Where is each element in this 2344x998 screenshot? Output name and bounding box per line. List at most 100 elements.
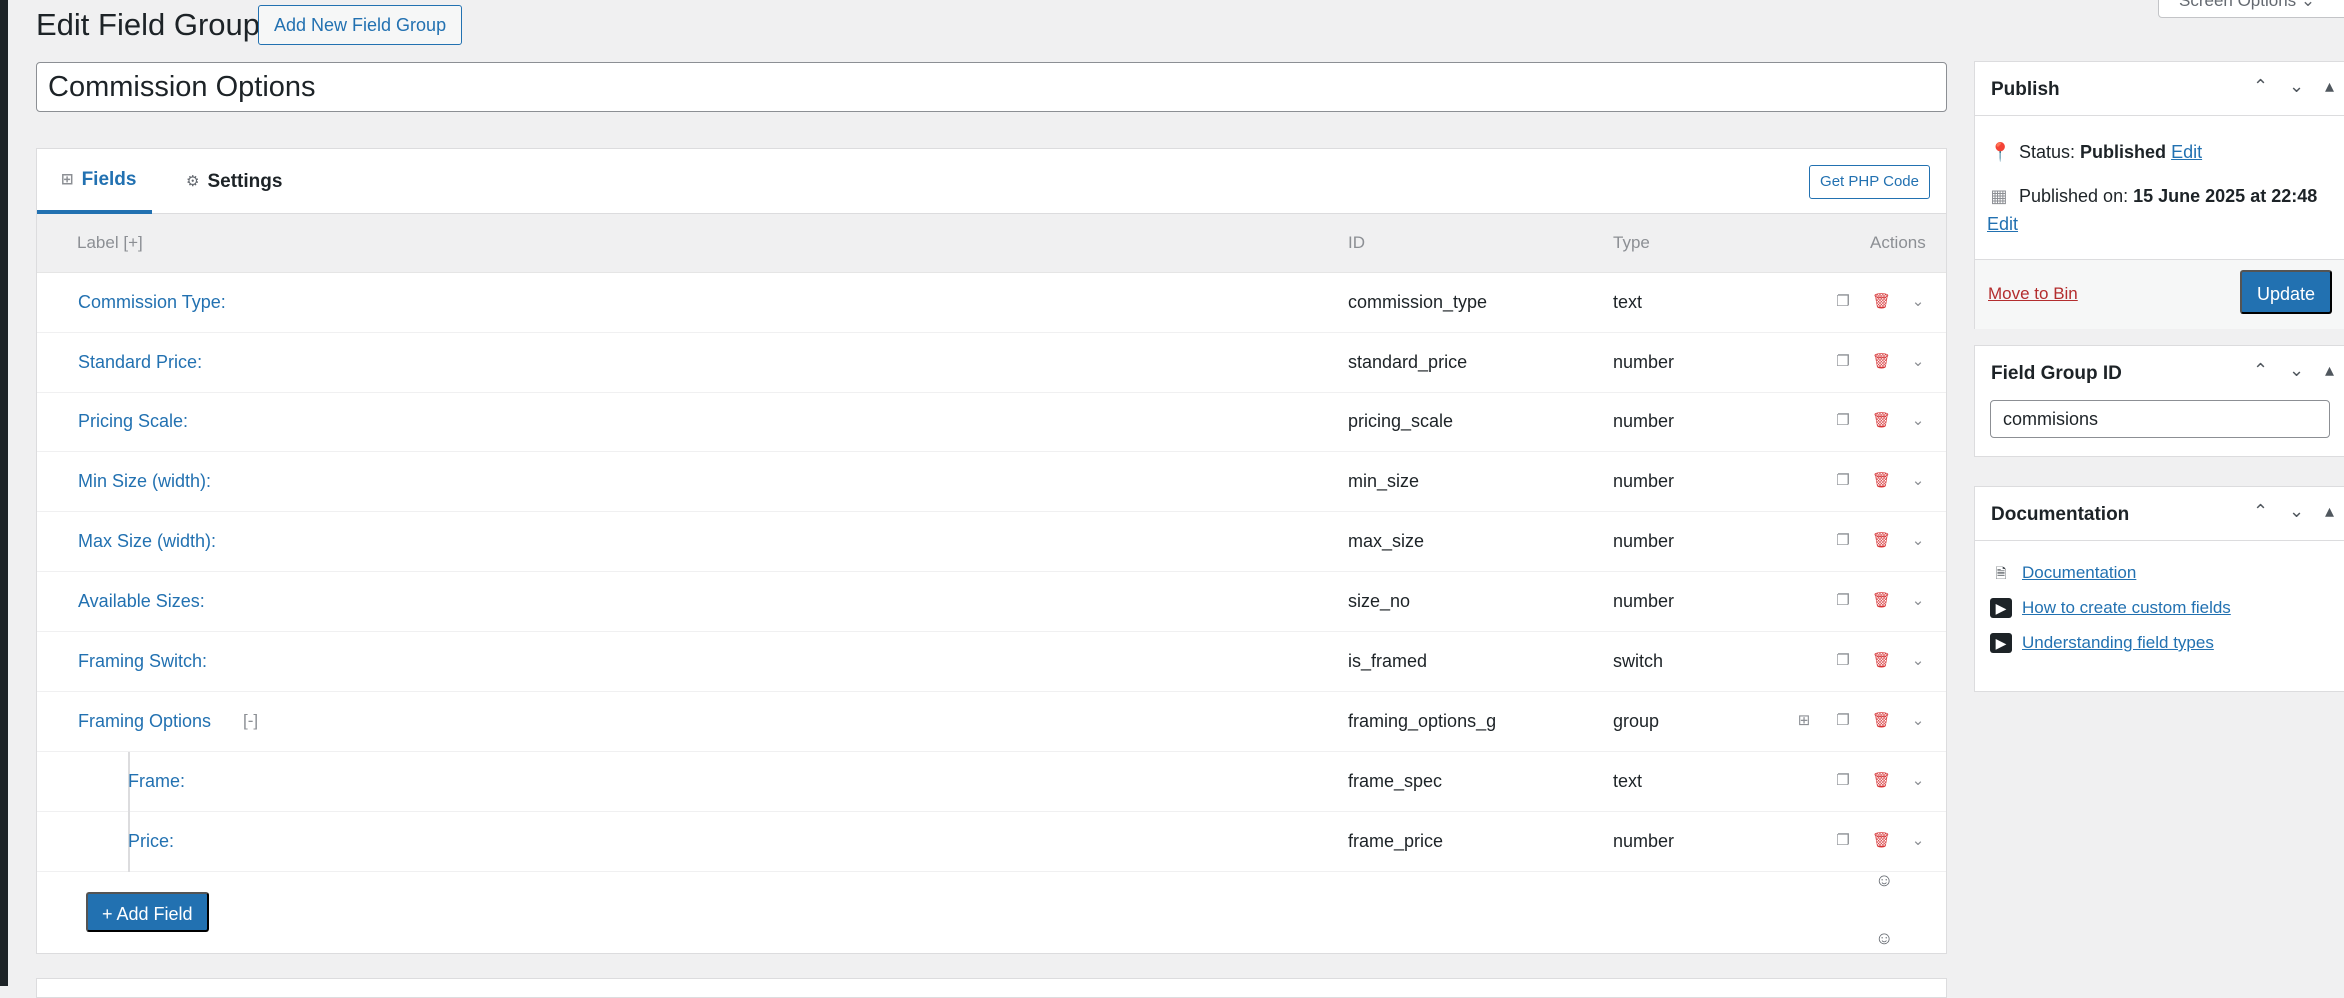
field-type: group (1613, 711, 1660, 731)
field-group-title-input[interactable]: Commission Options (36, 62, 1947, 112)
field-label-link[interactable]: Framing Options (78, 711, 211, 732)
table-row-subfield[interactable]: Price: frame_price number ❐ 🗑 ⌄ (37, 812, 1946, 872)
duplicate-icon[interactable]: ❐ (1834, 532, 1852, 550)
chevron-down-icon[interactable]: ⌄ (1909, 532, 1927, 550)
get-php-code-button[interactable]: Get PHP Code (1809, 165, 1930, 199)
admin-sidebar-edge (0, 0, 8, 986)
chevron-down-icon[interactable]: ⌄ (1909, 472, 1927, 490)
collapse-group-toggle[interactable]: [-] (243, 711, 258, 731)
published-on-value: 15 June 2025 at 22:48 (2133, 186, 2318, 206)
trash-icon[interactable]: 🗑 (1872, 592, 1891, 610)
duplicate-icon[interactable]: ❐ (1834, 832, 1852, 850)
duplicate-icon[interactable]: ❐ (1834, 652, 1852, 670)
chevron-down-icon[interactable]: ⌄ (1909, 412, 1927, 430)
chevron-up-icon[interactable]: ⌃ (2253, 501, 2268, 522)
duplicate-icon[interactable]: ❐ (1834, 472, 1852, 490)
table-row[interactable]: Available Sizes: size_no number ❐ 🗑 ⌄ (37, 572, 1946, 632)
trash-icon[interactable]: 🗑 (1872, 293, 1891, 311)
how-to-create-custom-fields-link[interactable]: How to create custom fields (2022, 598, 2231, 618)
chevron-down-icon[interactable]: ⌄ (1909, 712, 1927, 730)
table-row[interactable]: Commission Type: commission_type text ❐ … (37, 273, 1946, 333)
trash-icon[interactable]: 🗑 (1872, 353, 1891, 371)
tab-settings[interactable]: ⚙ Settings (162, 149, 306, 214)
trash-icon[interactable]: 🗑 (1872, 472, 1891, 490)
chevron-up-icon[interactable]: ⌃ (2253, 76, 2268, 97)
field-type: number (1613, 471, 1675, 491)
field-label-link[interactable]: Commission Type: (78, 292, 226, 313)
trash-icon[interactable]: 🗑 (1872, 652, 1891, 670)
field-label-link[interactable]: Min Size (width): (78, 471, 211, 492)
chevron-down-icon[interactable]: ⌄ (2289, 76, 2304, 97)
field-label-link[interactable]: Framing Switch: (78, 651, 207, 672)
field-label-link[interactable]: Price: (128, 831, 174, 852)
toggle-panel-icon[interactable]: ▴ (2325, 76, 2334, 97)
publish-date: ▦ Published on: 15 June 2025 at 22:48 (1990, 186, 2318, 206)
field-label-link[interactable]: Pricing Scale: (78, 411, 188, 432)
edit-date-link[interactable]: Edit (1987, 214, 2018, 235)
add-field-button[interactable]: + Add Field (86, 892, 209, 932)
chevron-down-icon[interactable]: ⌄ (1909, 772, 1927, 790)
tab-fields-label: Fields (81, 168, 137, 190)
trash-icon[interactable]: 🗑 (1872, 832, 1891, 850)
duplicate-icon[interactable]: ❐ (1834, 293, 1852, 311)
update-button[interactable]: Update (2240, 270, 2332, 314)
trash-icon[interactable]: 🗑 (1872, 532, 1891, 550)
tab-fields[interactable]: ⊞ Fields (37, 149, 152, 214)
gear-icon: ⚙ (186, 172, 200, 190)
column-header-label: Label [+] (77, 233, 143, 252)
screen-options-label: Screen Options (2179, 0, 2297, 10)
calendar-icon: ▦ (1990, 186, 2008, 206)
field-id: is_framed (1348, 651, 1428, 671)
column-header-id: ID (1348, 233, 1365, 252)
duplicate-icon[interactable]: ❐ (1834, 772, 1852, 790)
duplicate-icon[interactable]: ❐ (1834, 592, 1852, 610)
expand-all-toggle[interactable]: [+] (123, 233, 142, 252)
chevron-up-icon[interactable]: ⌃ (2253, 360, 2268, 381)
doc-link-item[interactable]: ▶ Understanding field types (1990, 633, 2214, 653)
chevron-down-icon[interactable]: ⌄ (2289, 360, 2304, 381)
document-icon: 🗎 (1995, 565, 2007, 581)
field-type: switch (1613, 651, 1664, 671)
table-row[interactable]: Framing Switch: is_framed switch ❐ 🗑 ⌄ (37, 632, 1946, 692)
add-new-field-group-button[interactable]: Add New Field Group (258, 5, 463, 45)
chevron-down-icon[interactable]: ⌄ (2289, 501, 2304, 522)
duplicate-icon[interactable]: ❐ (1834, 353, 1852, 371)
move-to-bin-link[interactable]: Move to Bin (1988, 284, 2078, 304)
chevron-down-icon[interactable]: ⌄ (1909, 832, 1927, 850)
duplicate-icon[interactable]: ❐ (1834, 712, 1852, 730)
trash-icon[interactable]: 🗑 (1872, 412, 1891, 430)
doc-link-item[interactable]: ▶ How to create custom fields (1990, 598, 2231, 618)
table-row[interactable]: Standard Price: standard_price number ❐ … (37, 333, 1946, 393)
edit-status-link[interactable]: Edit (2171, 142, 2202, 162)
field-group-id-box: Field Group ID ⌃ ⌄ ▴ commisions (1974, 345, 2344, 457)
trash-icon[interactable]: 🗑 (1872, 772, 1891, 790)
toggle-panel-icon[interactable]: ▴ (2325, 360, 2334, 381)
table-row[interactable]: Pricing Scale: pricing_scale number ❐ 🗑 … (37, 392, 1946, 452)
doc-link-item[interactable]: 🗎 Documentation (1990, 563, 2136, 583)
publish-box-header: Publish ⌃ ⌄ ▴ (1975, 62, 2344, 116)
field-group-id-input[interactable]: commisions (1990, 400, 2330, 438)
field-label-link[interactable]: Standard Price: (78, 352, 202, 373)
table-row[interactable]: Max Size (width): max_size number ❐ 🗑 ⌄ (37, 512, 1946, 572)
duplicate-icon[interactable]: ❐ (1834, 412, 1852, 430)
toggle-panel-icon[interactable]: ▴ (2325, 501, 2334, 522)
chevron-down-icon[interactable]: ⌄ (1909, 293, 1927, 311)
field-label-link[interactable]: Frame: (128, 771, 185, 792)
chevron-down-icon[interactable]: ⌄ (1909, 353, 1927, 371)
field-label-link[interactable]: Available Sizes: (78, 591, 205, 612)
helper-avatar-icon: ☺ (1875, 928, 1894, 948)
table-row-subfield[interactable]: Frame: frame_spec text ❐ 🗑 ⌄ (37, 752, 1946, 812)
field-label-link[interactable]: Max Size (width): (78, 531, 216, 552)
add-subfield-icon[interactable]: ⊞ (1795, 712, 1813, 730)
play-icon: ▶ (1990, 598, 2012, 618)
chevron-down-icon[interactable]: ⌄ (1909, 592, 1927, 610)
documentation-link[interactable]: Documentation (2022, 563, 2136, 583)
understanding-field-types-link[interactable]: Understanding field types (2022, 633, 2214, 653)
status-value: Published (2080, 142, 2167, 162)
table-row[interactable]: Min Size (width): min_size number ❐ 🗑 ⌄ (37, 452, 1946, 512)
screen-options-button[interactable]: Screen Options ⌄ (2158, 0, 2344, 18)
documentation-header: Documentation ⌃ ⌄ ▴ (1975, 487, 2344, 541)
trash-icon[interactable]: 🗑 (1872, 712, 1891, 730)
table-row-group[interactable]: Framing Options [-] framing_options_g gr… (37, 692, 1946, 752)
chevron-down-icon[interactable]: ⌄ (1909, 652, 1927, 670)
